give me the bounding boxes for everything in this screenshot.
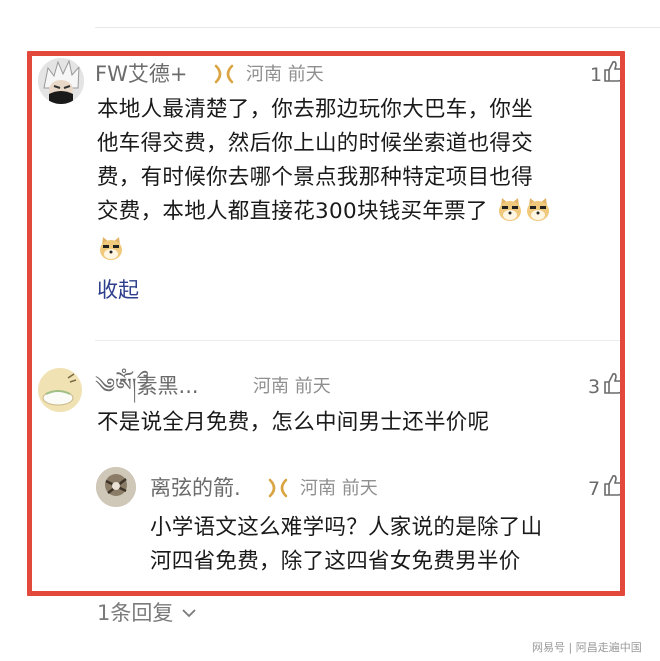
divider <box>95 27 660 28</box>
chevron-down-icon <box>182 596 196 626</box>
highlight-frame <box>27 51 625 596</box>
reply-count-label: 1条回复 <box>97 601 174 625</box>
reply-count-link[interactable]: 1条回复 <box>97 596 196 628</box>
watermark: 网易号 | 阿昌走遍中国 <box>532 641 642 654</box>
